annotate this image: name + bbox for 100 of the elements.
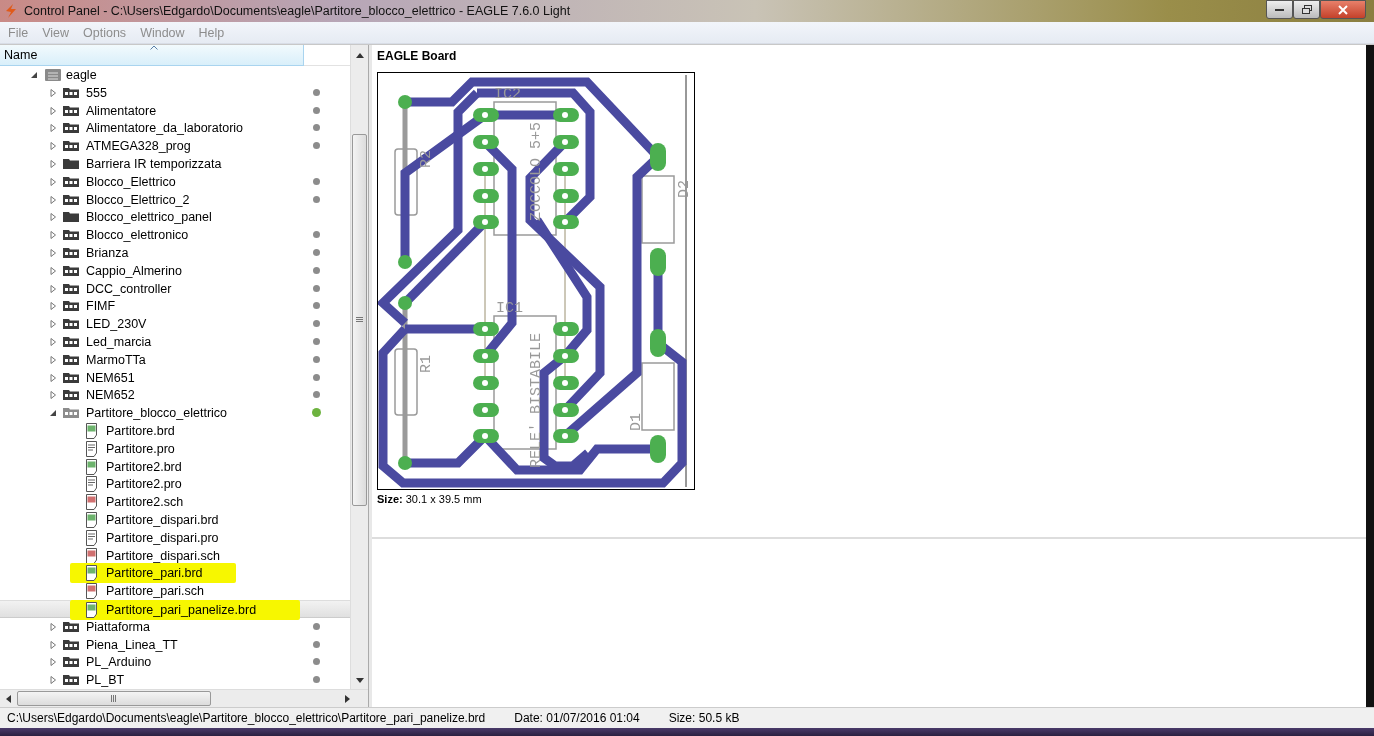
project-folder-icon (62, 334, 80, 348)
collapsed-arrow-icon[interactable] (49, 355, 57, 364)
file-name: Partitore2.brd (106, 459, 182, 474)
collapsed-arrow-icon[interactable] (49, 302, 57, 311)
collapsed-arrow-icon[interactable] (49, 142, 57, 151)
collapsed-arrow-icon[interactable] (49, 195, 57, 204)
app-icon (4, 3, 18, 19)
collapsed-arrow-icon[interactable] (49, 658, 57, 667)
tree-item[interactable]: Barriera IR temporizzata (0, 155, 350, 173)
tree-item[interactable]: NEM651 (0, 368, 350, 387)
tree-item-label: Alimentatore (86, 103, 157, 118)
folder-icon (62, 157, 80, 170)
collapsed-arrow-icon[interactable] (49, 231, 57, 240)
collapsed-arrow-icon[interactable] (49, 337, 57, 346)
tree-item[interactable]: PL_BT (0, 671, 350, 689)
close-icon (1338, 4, 1348, 15)
column-title: Name (4, 48, 38, 62)
collapsed-arrow-icon[interactable] (49, 373, 57, 382)
tree-item[interactable]: Partitore_pari.sch (0, 582, 350, 600)
tree-item[interactable]: Cappio_Almerino (0, 261, 350, 280)
tree-item[interactable]: 555 (0, 83, 350, 102)
date-text: Date: 01/07/2016 01:04 (514, 711, 640, 725)
file-icon (85, 458, 98, 475)
tree-item[interactable]: Blocco_Elettrico (0, 172, 350, 191)
collapsed-arrow-icon[interactable] (49, 177, 57, 186)
tree-item[interactable]: Partitore_dispari.sch (0, 546, 350, 565)
tree-item[interactable]: Partitore2.sch (0, 493, 350, 511)
project-folder-icon (62, 655, 80, 669)
maximize-button[interactable] (1293, 0, 1320, 19)
tree-item[interactable]: eagle (0, 66, 350, 84)
file-name: Partitore_dispari.sch (106, 548, 220, 563)
scrollbar-thumb[interactable] (17, 691, 211, 706)
tree-item[interactable]: DCC_controller (0, 279, 350, 298)
minimize-button[interactable] (1266, 0, 1293, 19)
tree-item[interactable]: NEM652 (0, 386, 350, 405)
window-title: Control Panel - C:\Users\Edgardo\Documents\eagle\Partitore_blocco_elettrico - EAGLE 7.6.0 Light (24, 4, 571, 18)
expanded-arrow-icon[interactable] (49, 409, 57, 418)
tree-item[interactable]: Partitore_dispari.brd (0, 510, 350, 529)
tree-item[interactable]: Partitore_blocco_elettrico (0, 404, 350, 422)
vertical-scrollbar[interactable] (350, 45, 368, 689)
drive-icon (44, 68, 62, 82)
project-folder-icon (62, 103, 80, 117)
collapsed-arrow-icon[interactable] (49, 124, 57, 133)
collapsed-arrow-icon[interactable] (49, 88, 57, 97)
tree-item-label: Blocco_Elettrico (86, 174, 176, 189)
grip-icon (111, 695, 117, 702)
collapsed-arrow-icon[interactable] (49, 160, 57, 168)
project-folder-icon (62, 388, 80, 402)
collapsed-arrow-icon[interactable] (49, 284, 57, 293)
expanded-arrow-icon[interactable] (30, 71, 38, 79)
collapsed-arrow-icon[interactable] (49, 213, 57, 222)
tree-item[interactable]: Partitore_pari_panelize.brd (0, 599, 350, 618)
tree-item[interactable]: Partitore.brd (0, 421, 350, 440)
file-icon (85, 422, 98, 439)
collapsed-arrow-icon[interactable] (49, 640, 57, 649)
tree-item[interactable]: Partitore_dispari.pro (0, 528, 350, 547)
tree-item[interactable]: Blocco_elettrico_panel (0, 208, 350, 227)
name-column-header[interactable]: Name (0, 45, 304, 66)
tree-item-label: Barriera IR temporizzata (86, 157, 222, 171)
collapsed-arrow-icon[interactable] (49, 248, 57, 257)
tree-item[interactable]: Piattaforma (0, 617, 350, 636)
tree-item[interactable]: Partitore_pari.brd (0, 564, 350, 583)
file-name: Partitore_pari.brd (106, 566, 203, 581)
tree-item[interactable]: Led_marcia (0, 332, 350, 351)
collapsed-arrow-icon[interactable] (49, 391, 57, 400)
file-icon (85, 601, 98, 618)
project-folder-icon (62, 139, 80, 153)
tree-item-label: Blocco_elettronico (86, 228, 189, 243)
tree-item-label: Piattaforma (86, 619, 150, 634)
tree-item[interactable]: LED_230V (0, 315, 350, 333)
tree-item[interactable]: Partitore2.brd (0, 457, 350, 476)
tree-item[interactable]: FIMF (0, 297, 350, 316)
tree-item[interactable]: Alimentatore_da_laboratorio (0, 119, 350, 138)
tree-item[interactable]: Brianza (0, 243, 350, 262)
scrollbar-thumb[interactable] (352, 134, 367, 506)
tree-item[interactable]: Partitore.pro (0, 439, 350, 458)
tree-item[interactable]: Blocco_Elettrico_2 (0, 190, 350, 209)
collapsed-arrow-icon[interactable] (49, 676, 57, 685)
collapsed-arrow-icon[interactable] (49, 266, 57, 275)
tree-item[interactable]: Alimentatore (0, 101, 350, 120)
tree-item[interactable]: Partitore2.pro (0, 475, 350, 494)
tree-item[interactable]: ATMEGA328_prog (0, 137, 350, 155)
tree-item-label: Blocco_elettrico_panel (86, 210, 212, 225)
tree-item-label: Cappio_Almerino (86, 263, 182, 278)
tree-item[interactable]: PL_Arduino (0, 653, 350, 672)
tree-item[interactable]: MarmoTTa (0, 350, 350, 369)
restore-icon (1301, 5, 1312, 14)
horizontal-scrollbar[interactable] (0, 689, 368, 707)
tree-item[interactable]: Blocco_elettronico (0, 226, 350, 244)
tree-item[interactable]: Piena_Linea_TT (0, 635, 350, 654)
tree-item-label: NEM652 (86, 388, 135, 403)
collapsed-arrow-icon[interactable] (49, 622, 57, 631)
close-button[interactable] (1320, 0, 1366, 19)
project-folder-icon (62, 85, 80, 99)
collapsed-arrow-icon[interactable] (49, 320, 57, 329)
tree-item-label: FIMF (86, 299, 116, 314)
tree-item-label: 555 (86, 85, 107, 100)
project-folder-icon (62, 174, 80, 188)
collapsed-arrow-icon[interactable] (49, 106, 57, 115)
sort-caret-icon (150, 45, 158, 50)
